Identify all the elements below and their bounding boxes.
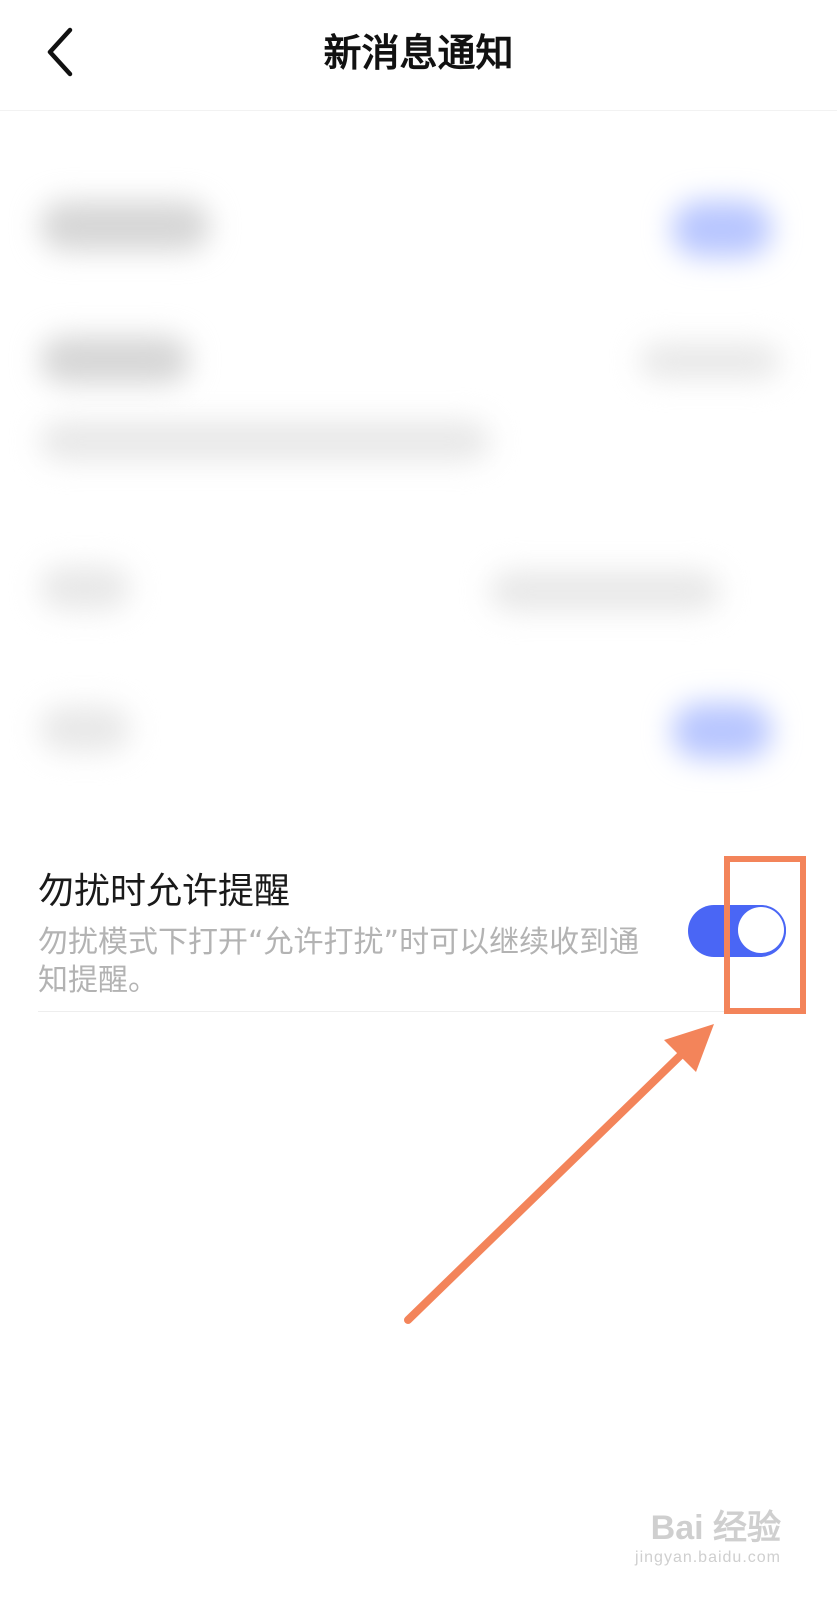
- blurred-row-description: [40, 421, 490, 461]
- setting-description: 勿扰模式下打开“允许打扰”时可以继续收到通知提醒。: [38, 925, 640, 998]
- blurred-row-label: [40, 336, 190, 384]
- blurred-row-value: [640, 343, 780, 379]
- page-title: 新消息通知: [323, 31, 514, 75]
- blurred-row-label: [40, 706, 130, 752]
- row-divider: [38, 1011, 798, 1012]
- watermark-logo: Bai 经验: [650, 1509, 781, 1547]
- blurred-row-label: [40, 201, 210, 251]
- watermark-site: jingyan.baidu.com: [635, 1549, 781, 1566]
- blurred-row-value: [490, 571, 720, 611]
- blurred-toggle: [672, 201, 772, 257]
- setting-title: 勿扰时允许提醒: [38, 871, 291, 912]
- navigation-bar: 新消息通知: [0, 0, 837, 111]
- blurred-toggle: [672, 703, 772, 759]
- blurred-row-label: [40, 566, 130, 610]
- watermark: Bai 经验 jingyan.baidu.com: [611, 1508, 781, 1568]
- highlight-box: [724, 856, 806, 1014]
- blurred-settings-area: [0, 111, 837, 811]
